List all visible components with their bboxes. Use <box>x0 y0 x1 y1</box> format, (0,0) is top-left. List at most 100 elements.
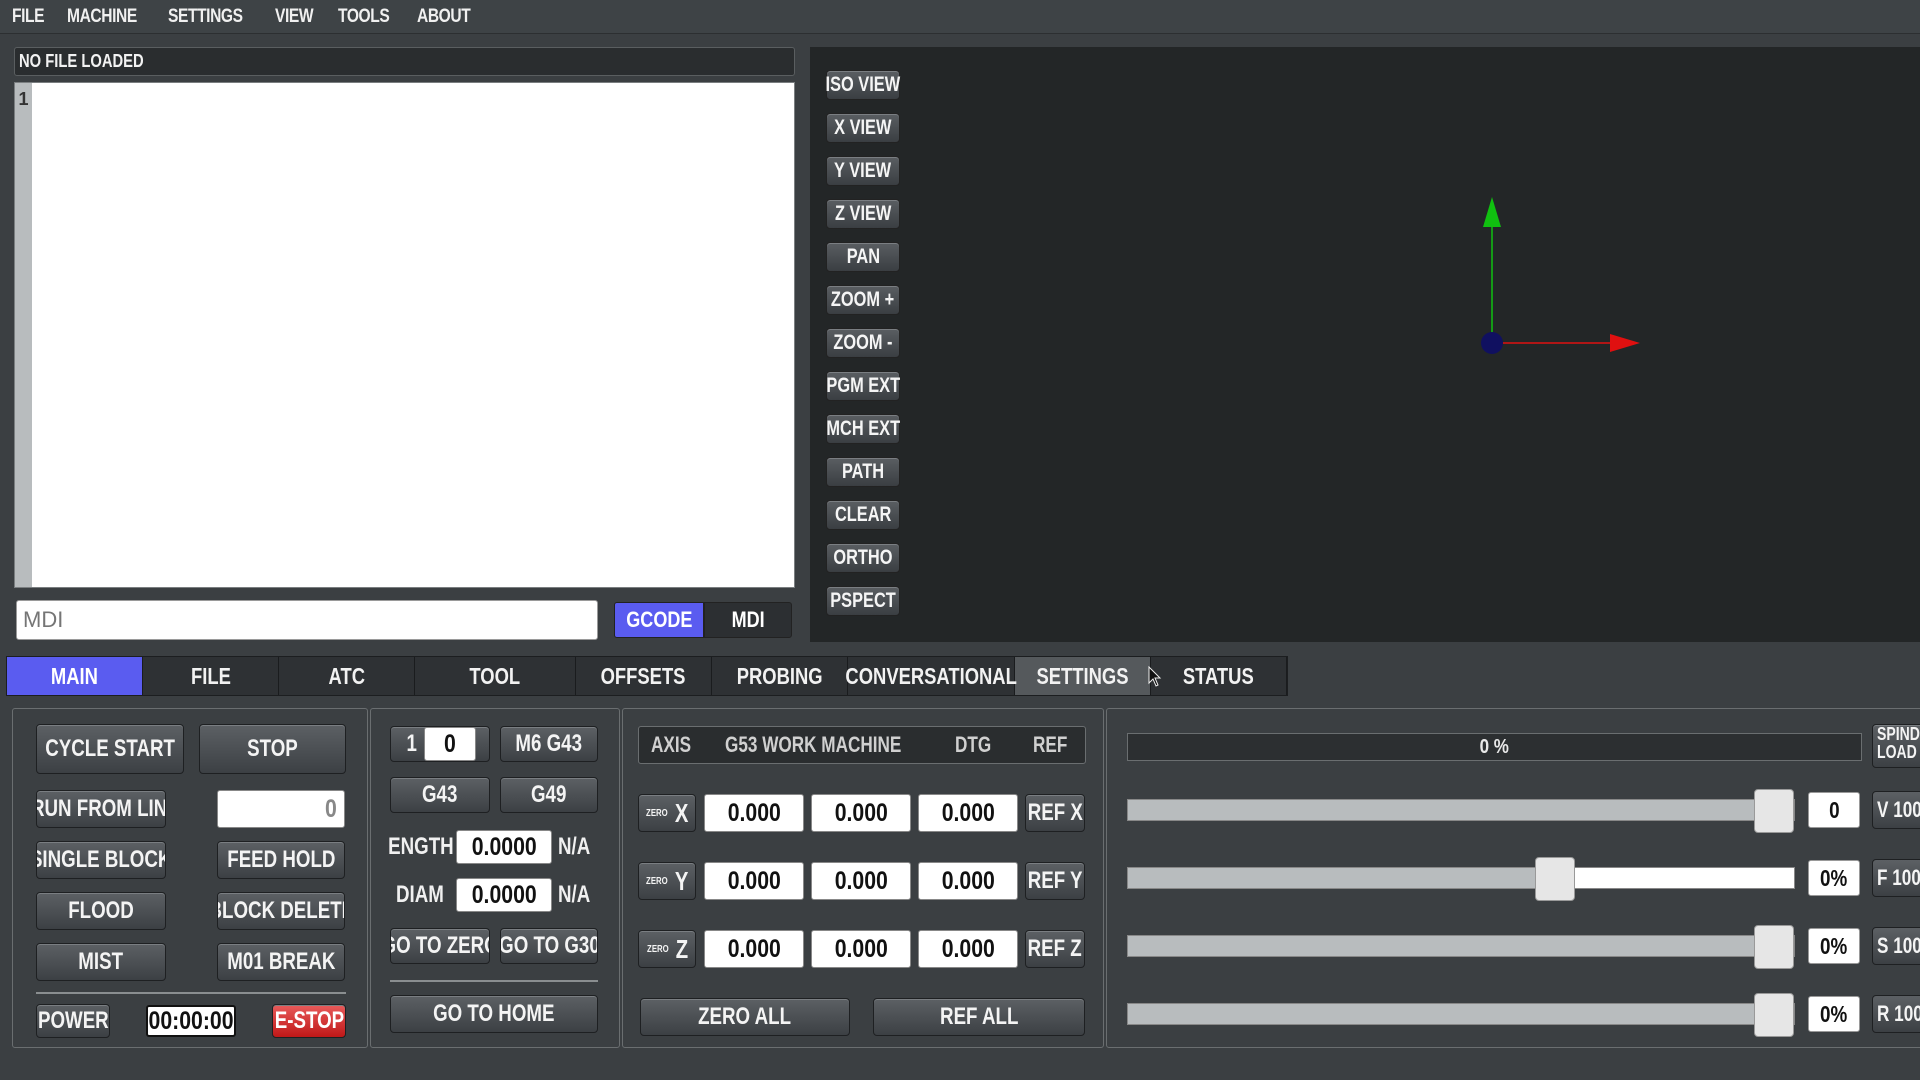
spindle-override-reset-button[interactable]: S 100 <box>1872 927 1920 965</box>
ortho-button[interactable]: ORTHO <box>826 543 900 573</box>
go-to-zero-button[interactable]: GO TO ZERO <box>390 928 490 964</box>
power-button[interactable]: POWER <box>36 1004 110 1038</box>
zoom-in-button[interactable]: ZOOM + <box>826 285 900 315</box>
iso-view-button[interactable]: ISO VIEW <box>826 70 900 100</box>
rapid-jog-override-value-text: 0% <box>1820 1000 1848 1027</box>
file-title-bar: NO FILE LOADED <box>14 47 795 76</box>
tab-status[interactable]: STATUS <box>1151 657 1287 695</box>
menu-tools[interactable]: TOOLS <box>338 6 390 28</box>
ref-x-button[interactable]: REF X <box>1025 794 1085 832</box>
cycle-start-button[interactable]: CYCLE START <box>36 724 184 774</box>
tab-offsets[interactable]: OFFSETS <box>576 657 712 695</box>
x-view-button[interactable]: X VIEW <box>826 113 900 143</box>
spindle-load-indicator: SPINDLE LOAD <box>1872 724 1920 768</box>
tab-file[interactable]: FILE <box>143 657 279 695</box>
menu-settings[interactable]: SETTINGS <box>168 6 243 28</box>
gcode-editor[interactable]: 1 <box>14 82 795 588</box>
tab-atc[interactable]: ATC <box>279 657 415 695</box>
feed-hold-button[interactable]: FEED HOLD <box>217 841 345 879</box>
slider-handle[interactable] <box>1754 925 1794 969</box>
m6-g43-button[interactable]: M6 G43 <box>500 726 598 762</box>
pan-button[interactable]: PAN <box>826 242 900 272</box>
tab-conversational[interactable]: CONVERSATIONAL <box>845 657 1017 695</box>
tab-settings[interactable]: SETTINGS <box>1015 657 1151 695</box>
menu-view[interactable]: VIEW <box>275 6 314 28</box>
rapid-jog-override-reset-label: R 100 <box>1877 1001 1920 1026</box>
z-view-button[interactable]: Z VIEW <box>826 199 900 229</box>
slider-handle[interactable] <box>1754 789 1794 833</box>
flood-button[interactable]: FLOOD <box>36 892 166 930</box>
stop-button[interactable]: STOP <box>199 724 346 774</box>
spindle-override-slider[interactable] <box>1127 925 1795 969</box>
dro-header-axis-text: AXIS <box>651 732 692 757</box>
go-to-home-button[interactable]: GO TO HOME <box>390 995 598 1033</box>
zero-all-button[interactable]: ZERO ALL <box>640 998 850 1036</box>
divider <box>36 992 346 994</box>
clear-button[interactable]: CLEAR <box>826 500 900 530</box>
z-work-value: 0.000 <box>727 934 781 963</box>
ref-y-button[interactable]: REF Y <box>1025 862 1085 900</box>
rapid-override-reset-button[interactable]: V 100 <box>1872 791 1920 829</box>
x-machine-value: 0.000 <box>834 798 888 827</box>
single-block-label: SINGLE BLOCK <box>36 846 166 873</box>
m01-break-button[interactable]: M01 BREAK <box>217 943 345 981</box>
zero-z-button[interactable]: ZERO Z <box>638 930 696 968</box>
slider-handle[interactable] <box>1535 857 1575 901</box>
rapid-override-slider[interactable] <box>1127 789 1795 833</box>
line-number-gutter: 1 <box>15 83 32 587</box>
dro-header-dtg: DTG <box>955 727 1001 763</box>
tab-file-label: FILE <box>190 662 231 689</box>
dro-header-axis: AXIS <box>651 727 702 763</box>
estop-button[interactable]: E-STOP <box>272 1004 346 1038</box>
go-to-home-label: GO TO HOME <box>433 1000 555 1027</box>
menu-about[interactable]: ABOUT <box>417 6 471 28</box>
gcode-mode-button[interactable]: GCODE <box>614 602 704 638</box>
mdi-mode-button[interactable]: MDI <box>704 602 792 638</box>
3d-preview[interactable] <box>810 47 1920 642</box>
rapid-jog-override-reset-button[interactable]: R 100 <box>1872 995 1920 1033</box>
slider-handle[interactable] <box>1754 993 1794 1037</box>
tab-tool[interactable]: TOOL <box>415 657 576 695</box>
tool-length-text: LENGTH <box>388 833 454 860</box>
feed-override-slider[interactable] <box>1127 857 1795 901</box>
block-delete-button[interactable]: BLOCK DELETE <box>217 892 345 930</box>
pgm-ext-button[interactable]: PGM EXT <box>826 371 900 401</box>
dro-header: AXIS G53 WORK MACHINE DTG REF <box>638 726 1086 764</box>
zero-y-button[interactable]: ZERO Y <box>638 862 696 900</box>
run-from-line-button[interactable]: RUN FROM LINE <box>36 790 166 828</box>
go-to-g30-button[interactable]: GO TO G30 <box>500 928 598 964</box>
mist-button[interactable]: MIST <box>36 943 166 981</box>
mch-ext-button[interactable]: MCH EXT <box>826 414 900 444</box>
tab-probing[interactable]: PROBING <box>712 657 848 695</box>
line-number: 1 <box>18 89 29 109</box>
ref-all-button[interactable]: REF ALL <box>873 998 1085 1036</box>
tab-main[interactable]: MAIN <box>7 657 143 695</box>
ref-z-label: REF Z <box>1027 935 1083 962</box>
dro-header-dtg-text: DTG <box>955 732 992 757</box>
mdi-input[interactable] <box>16 600 598 640</box>
run-from-line-input[interactable]: 0 <box>217 790 345 828</box>
single-block-button[interactable]: SINGLE BLOCK <box>36 841 166 879</box>
menu-machine[interactable]: MACHINE <box>67 6 137 28</box>
y-work-dro: 0.000 <box>704 862 804 900</box>
zoom-out-label: ZOOM - <box>833 331 893 354</box>
path-button[interactable]: PATH <box>826 457 900 487</box>
cycle-timer-value: 00:00:00 <box>148 1006 234 1035</box>
tab-atc-label: ATC <box>328 662 365 689</box>
y-view-button[interactable]: Y VIEW <box>826 156 900 186</box>
file-title: NO FILE LOADED <box>19 51 144 71</box>
zero-x-button[interactable]: ZERO X <box>638 794 696 832</box>
rapid-override-value-text: 0 <box>1828 796 1840 823</box>
stop-label: STOP <box>247 735 298 762</box>
pspect-button[interactable]: PSPECT <box>826 586 900 616</box>
zoom-out-button[interactable]: ZOOM - <box>826 328 900 358</box>
g43-button[interactable]: G43 <box>390 777 490 813</box>
tool-length-number: 0.0000 <box>471 832 537 861</box>
rapid-jog-override-slider[interactable] <box>1127 993 1795 1037</box>
ref-z-button[interactable]: REF Z <box>1025 930 1085 968</box>
feed-override-reset-button[interactable]: F 100 <box>1872 859 1920 897</box>
g49-button[interactable]: G49 <box>500 777 598 813</box>
menu-file[interactable]: FILE <box>12 6 45 28</box>
flood-label: FLOOD <box>68 897 134 924</box>
tool-number-input[interactable]: 0 <box>424 727 476 761</box>
